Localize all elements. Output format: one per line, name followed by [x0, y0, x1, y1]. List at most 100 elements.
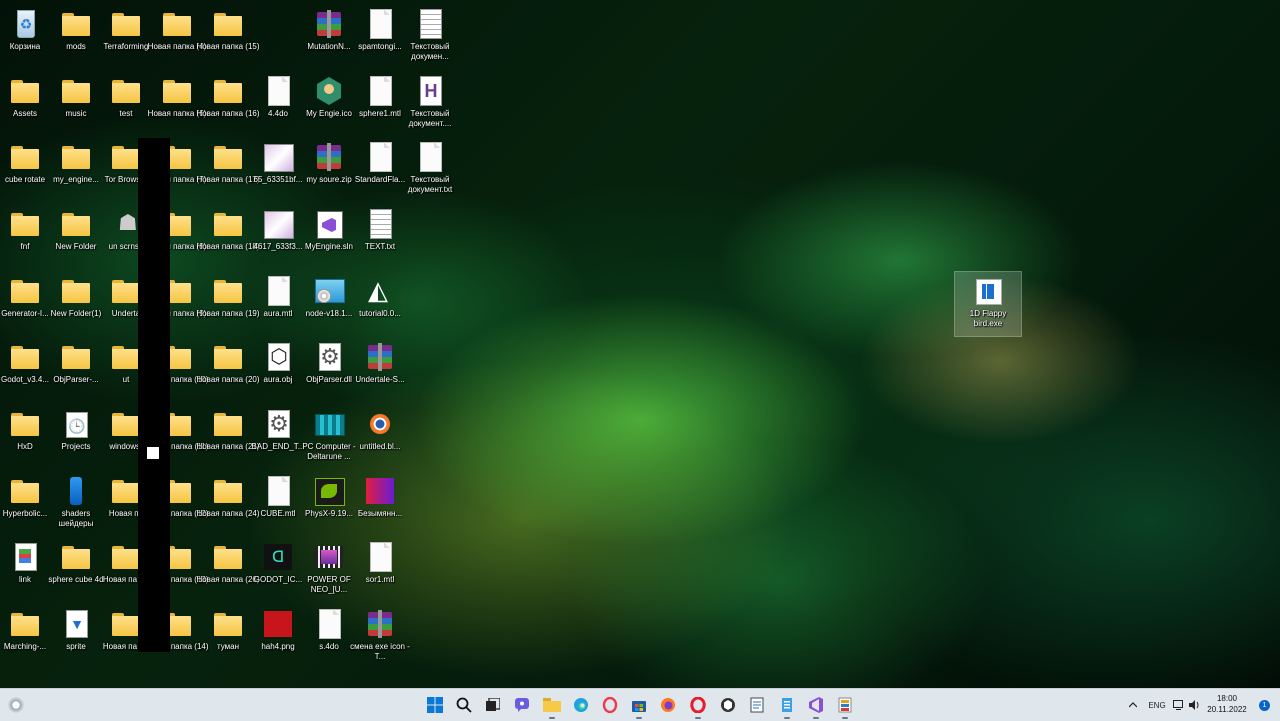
nvidia-icon — [313, 475, 345, 507]
folder-icon — [212, 275, 244, 307]
sprite-icon — [60, 608, 92, 640]
windows-start-icon[interactable] — [423, 693, 447, 717]
desktop-icon[interactable]: TEXT.txt — [347, 205, 413, 269]
text-icon — [414, 8, 446, 40]
folder-icon — [9, 208, 41, 240]
network-icon[interactable] — [1172, 689, 1186, 721]
file-icon — [262, 275, 294, 307]
rar-icon — [364, 608, 396, 640]
language-indicator[interactable]: ENG — [1146, 689, 1168, 721]
desktop-icon[interactable]: untitled.bl... — [347, 405, 413, 469]
desktop-icon-label: untitled.bl... — [359, 442, 401, 451]
folder-icon — [212, 475, 244, 507]
engie-icon — [313, 75, 345, 107]
folder-icon — [161, 75, 193, 107]
file-icon — [364, 541, 396, 573]
weather-widget-icon[interactable] — [8, 697, 24, 713]
visual-studio-icon[interactable] — [804, 693, 828, 719]
folder-icon — [9, 408, 41, 440]
rar-icon — [313, 141, 345, 173]
firefox-icon[interactable] — [656, 693, 680, 717]
red-icon — [262, 608, 294, 640]
folder-icon — [9, 475, 41, 507]
file-icon — [364, 8, 396, 40]
folder-icon — [9, 608, 41, 640]
desktop-icon-label: Текстовый документ.txt — [407, 175, 453, 194]
rar-icon — [313, 8, 345, 40]
folder-icon — [212, 408, 244, 440]
desktop-icon-label: смена exe icon - T... — [350, 642, 410, 661]
chat-icon[interactable] — [510, 693, 534, 717]
edge-icon[interactable] — [569, 693, 593, 717]
task-view-icon[interactable] — [481, 693, 505, 717]
bin-icon — [9, 8, 41, 40]
folder-icon — [9, 141, 41, 173]
hfont-icon — [414, 75, 446, 107]
node-icon — [313, 275, 345, 307]
folder-icon — [212, 341, 244, 373]
redaction-dot — [147, 447, 159, 459]
file-icon — [262, 475, 294, 507]
folder-icon — [60, 341, 92, 373]
unity-hub-icon[interactable] — [716, 693, 740, 717]
volume-icon[interactable] — [1188, 689, 1202, 721]
desktop-icon[interactable]: Undertale-S... — [347, 338, 413, 402]
desktop-icon[interactable]: Текстовый докумен... — [397, 5, 463, 69]
blender-icon — [364, 408, 396, 440]
desktop-icon-label: 1D Flappy bird.exe — [969, 309, 1007, 328]
winrar-icon[interactable] — [833, 693, 857, 719]
folder-icon — [212, 8, 244, 40]
folder-icon — [9, 75, 41, 107]
search-icon[interactable] — [452, 693, 476, 717]
desktop-icon[interactable]: смена exe icon - T... — [347, 605, 413, 669]
clock-date: 20.11.2022 — [1207, 705, 1247, 714]
desktop-icon-label: Текстовый документ.... — [408, 109, 452, 128]
blue-icon — [60, 475, 92, 507]
file-icon — [364, 141, 396, 173]
folder-icon — [212, 208, 244, 240]
desktop-icon[interactable]: sor1.mtl — [347, 538, 413, 602]
folder-icon — [212, 608, 244, 640]
vs-icon — [313, 208, 345, 240]
godot-icon — [262, 541, 294, 573]
clock-icon — [60, 408, 92, 440]
folder-icon — [9, 341, 41, 373]
notepad-icon[interactable] — [775, 693, 799, 719]
opera-gx-icon[interactable] — [598, 693, 622, 717]
desktop-icon-label: Новая папка (15) — [196, 42, 260, 51]
desktop-icon[interactable]: Безымянн... — [347, 472, 413, 536]
desktop-icon-label: Текстовый докумен... — [410, 42, 450, 61]
file-explorer-icon[interactable] — [540, 693, 564, 719]
desktop-icon[interactable]: Текстовый документ.txt — [397, 138, 463, 202]
notes-app-icon[interactable] — [745, 693, 769, 717]
file-icon — [313, 608, 345, 640]
folder-icon — [60, 208, 92, 240]
img-icon — [262, 141, 294, 173]
grad-icon — [364, 475, 396, 507]
store-icon[interactable] — [627, 693, 651, 719]
folder-icon — [9, 275, 41, 307]
desktop-icon[interactable]: 1D Flappy bird.exe — [954, 271, 1022, 337]
folder-icon — [60, 8, 92, 40]
opera-icon[interactable] — [686, 693, 710, 719]
clock[interactable]: 18:00 20.11.2022 — [1204, 693, 1250, 715]
clock-time: 18:00 — [1216, 694, 1238, 703]
app-icon — [972, 275, 1004, 307]
film-icon — [313, 541, 345, 573]
desktop-icon-label: tutorial0.0... — [359, 309, 401, 318]
desktop-icon[interactable]: Текстовый документ.... — [397, 72, 463, 136]
folder-icon — [212, 141, 244, 173]
cube-icon — [262, 341, 294, 373]
file-icon — [262, 75, 294, 107]
pc-icon — [313, 408, 345, 440]
folder-icon — [60, 75, 92, 107]
desktop-icon-label: TEXT.txt — [364, 242, 396, 251]
show-hidden-icons-chevron-icon[interactable] — [1126, 689, 1140, 721]
notification-badge[interactable]: 1 — [1259, 700, 1270, 711]
desktop-icon[interactable]: Новая папка (15) — [195, 5, 261, 69]
rar-icon — [364, 341, 396, 373]
gear-icon — [313, 341, 345, 373]
unity-icon — [364, 275, 396, 307]
folder-icon — [110, 75, 142, 107]
desktop-icon[interactable]: tutorial0.0... — [347, 272, 413, 336]
